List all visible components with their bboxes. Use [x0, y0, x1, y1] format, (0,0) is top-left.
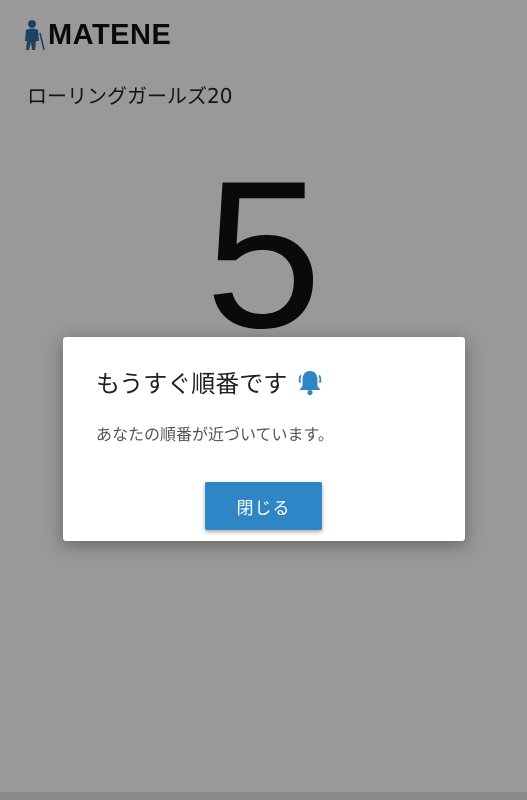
dialog-header: もうすぐ順番です: [96, 364, 325, 399]
bell-icon: [298, 370, 322, 395]
dialog-title: もうすぐ順番です: [96, 370, 288, 398]
dialog-message: あなたの順番が近づいています。: [96, 425, 334, 444]
close-button[interactable]: 閉じる: [205, 482, 322, 530]
notification-dialog: もうすぐ順番です あなたの順番が近づいています。 閉じる: [63, 337, 465, 541]
